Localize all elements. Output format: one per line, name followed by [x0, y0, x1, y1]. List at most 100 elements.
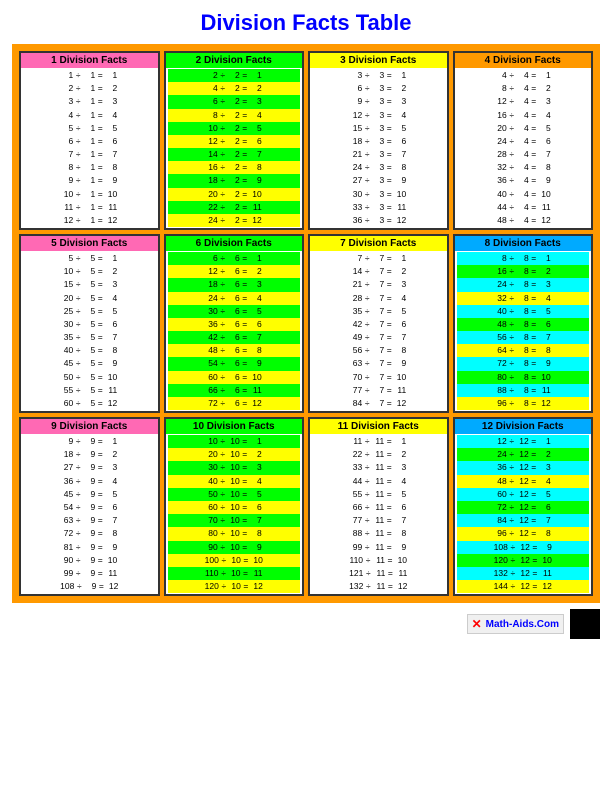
table-row: 3 ÷ 1 = 3	[23, 95, 156, 108]
table-row: 9 ÷ 9 = 1	[23, 435, 156, 448]
table-row: 55 ÷ 5 = 11	[23, 384, 156, 397]
fact-header-9: 9 Division Facts	[21, 419, 158, 434]
table-row: 5 ÷ 5 = 1	[23, 252, 156, 265]
table-row: 40 ÷ 10 = 4	[168, 475, 301, 488]
qr-code	[570, 609, 600, 639]
table-row: 18 ÷ 9 = 2	[23, 448, 156, 461]
table-row: 12 ÷ 4 = 3	[457, 95, 590, 108]
table-row: 14 ÷ 7 = 2	[312, 265, 445, 278]
table-row: 50 ÷ 10 = 5	[168, 488, 301, 501]
table-row: 12 ÷ 2 = 6	[168, 135, 301, 148]
table-row: 22 ÷ 11 = 2	[312, 448, 445, 461]
fact-body-11: 11 ÷ 11 = 122 ÷ 11 = 233 ÷ 11 = 344 ÷ 11…	[310, 434, 447, 594]
fact-body-2: 2 ÷ 2 = 14 ÷ 2 = 26 ÷ 2 = 38 ÷ 2 = 410 ÷…	[166, 68, 303, 228]
table-row: 120 ÷ 12 = 10	[457, 554, 590, 567]
table-row: 90 ÷ 9 = 10	[23, 554, 156, 567]
table-row: 77 ÷ 7 = 11	[312, 384, 445, 397]
table-row: 20 ÷ 2 = 10	[168, 188, 301, 201]
fact-body-3: 3 ÷ 3 = 16 ÷ 3 = 29 ÷ 3 = 312 ÷ 3 = 415 …	[310, 68, 447, 228]
fact-body-9: 9 ÷ 9 = 118 ÷ 9 = 227 ÷ 9 = 336 ÷ 9 = 44…	[21, 434, 158, 594]
table-row: 9 ÷ 1 = 9	[23, 174, 156, 187]
table-row: 44 ÷ 11 = 4	[312, 475, 445, 488]
table-row: 33 ÷ 3 = 11	[312, 201, 445, 214]
fact-header-12: 12 Division Facts	[455, 419, 592, 434]
table-row: 64 ÷ 8 = 8	[457, 344, 590, 357]
table-row: 28 ÷ 4 = 7	[457, 148, 590, 161]
table-row: 45 ÷ 9 = 5	[23, 488, 156, 501]
table-row: 60 ÷ 5 = 12	[23, 397, 156, 410]
table-row: 7 ÷ 1 = 7	[23, 148, 156, 161]
table-row: 70 ÷ 7 = 10	[312, 371, 445, 384]
table-row: 56 ÷ 8 = 7	[457, 331, 590, 344]
table-row: 21 ÷ 3 = 7	[312, 148, 445, 161]
fact-body-7: 7 ÷ 7 = 114 ÷ 7 = 221 ÷ 7 = 328 ÷ 7 = 43…	[310, 251, 447, 411]
footer-logo: ✕ Math-Aids.Com	[467, 614, 564, 634]
table-row: 24 ÷ 2 = 12	[168, 214, 301, 227]
table-row: 88 ÷ 8 = 11	[457, 384, 590, 397]
table-row: 20 ÷ 10 = 2	[168, 448, 301, 461]
table-row: 121 ÷ 11 = 11	[312, 567, 445, 580]
fact-header-7: 7 Division Facts	[310, 236, 447, 251]
table-row: 63 ÷ 9 = 7	[23, 514, 156, 527]
table-row: 60 ÷ 6 = 10	[168, 371, 301, 384]
table-row: 21 ÷ 7 = 3	[312, 278, 445, 291]
table-row: 33 ÷ 11 = 3	[312, 461, 445, 474]
table-row: 36 ÷ 6 = 6	[168, 318, 301, 331]
table-row: 40 ÷ 8 = 5	[457, 305, 590, 318]
table-row: 42 ÷ 6 = 7	[168, 331, 301, 344]
footer-label: Math-Aids.Com	[486, 619, 559, 630]
table-row: 36 ÷ 12 = 3	[457, 461, 590, 474]
table-row: 144 ÷ 12 = 12	[457, 580, 590, 593]
table-row: 72 ÷ 9 = 8	[23, 527, 156, 540]
table-row: 2 ÷ 1 = 2	[23, 82, 156, 95]
table-row: 14 ÷ 2 = 7	[168, 148, 301, 161]
fact-box-10: 10 Division Facts10 ÷ 10 = 120 ÷ 10 = 23…	[164, 417, 305, 596]
table-row: 8 ÷ 1 = 8	[23, 161, 156, 174]
table-row: 48 ÷ 12 = 4	[457, 475, 590, 488]
table-row: 99 ÷ 11 = 9	[312, 541, 445, 554]
table-row: 7 ÷ 7 = 1	[312, 252, 445, 265]
table-row: 35 ÷ 5 = 7	[23, 331, 156, 344]
table-row: 72 ÷ 6 = 12	[168, 397, 301, 410]
table-row: 77 ÷ 11 = 7	[312, 514, 445, 527]
table-row: 11 ÷ 1 = 11	[23, 201, 156, 214]
fact-box-7: 7 Division Facts7 ÷ 7 = 114 ÷ 7 = 221 ÷ …	[308, 234, 449, 413]
table-row: 10 ÷ 2 = 5	[168, 122, 301, 135]
table-row: 24 ÷ 6 = 4	[168, 292, 301, 305]
table-row: 2 ÷ 2 = 1	[168, 69, 301, 82]
table-row: 8 ÷ 8 = 1	[457, 252, 590, 265]
table-row: 6 ÷ 3 = 2	[312, 82, 445, 95]
table-row: 8 ÷ 4 = 2	[457, 82, 590, 95]
table-row: 110 ÷ 10 = 11	[168, 567, 301, 580]
fact-body-6: 6 ÷ 6 = 112 ÷ 6 = 218 ÷ 6 = 324 ÷ 6 = 43…	[166, 251, 303, 411]
fact-box-3: 3 Division Facts3 ÷ 3 = 16 ÷ 3 = 29 ÷ 3 …	[308, 51, 449, 230]
table-row: 36 ÷ 9 = 4	[23, 475, 156, 488]
table-row: 20 ÷ 4 = 5	[457, 122, 590, 135]
fact-box-9: 9 Division Facts9 ÷ 9 = 118 ÷ 9 = 227 ÷ …	[19, 417, 160, 596]
table-row: 24 ÷ 4 = 6	[457, 135, 590, 148]
facts-grid: 1 Division Facts1 ÷ 1 = 12 ÷ 1 = 23 ÷ 1 …	[19, 51, 593, 596]
table-row: 4 ÷ 2 = 2	[168, 82, 301, 95]
footer: ✕ Math-Aids.Com	[12, 609, 600, 639]
table-row: 16 ÷ 2 = 8	[168, 161, 301, 174]
table-row: 12 ÷ 6 = 2	[168, 265, 301, 278]
table-row: 16 ÷ 8 = 2	[457, 265, 590, 278]
table-row: 4 ÷ 1 = 4	[23, 109, 156, 122]
table-row: 96 ÷ 12 = 8	[457, 527, 590, 540]
table-row: 90 ÷ 10 = 9	[168, 541, 301, 554]
table-row: 24 ÷ 3 = 8	[312, 161, 445, 174]
table-row: 108 ÷ 12 = 9	[457, 541, 590, 554]
table-row: 44 ÷ 4 = 11	[457, 201, 590, 214]
table-row: 27 ÷ 9 = 3	[23, 461, 156, 474]
table-row: 10 ÷ 10 = 1	[168, 435, 301, 448]
table-row: 12 ÷ 3 = 4	[312, 109, 445, 122]
table-row: 18 ÷ 3 = 6	[312, 135, 445, 148]
table-row: 66 ÷ 6 = 11	[168, 384, 301, 397]
fact-header-8: 8 Division Facts	[455, 236, 592, 251]
page: Division Facts Table 1 Division Facts1 ÷…	[0, 0, 612, 792]
fact-header-10: 10 Division Facts	[166, 419, 303, 434]
table-row: 40 ÷ 5 = 8	[23, 344, 156, 357]
table-row: 50 ÷ 5 = 10	[23, 371, 156, 384]
table-row: 35 ÷ 7 = 5	[312, 305, 445, 318]
table-row: 84 ÷ 7 = 12	[312, 397, 445, 410]
